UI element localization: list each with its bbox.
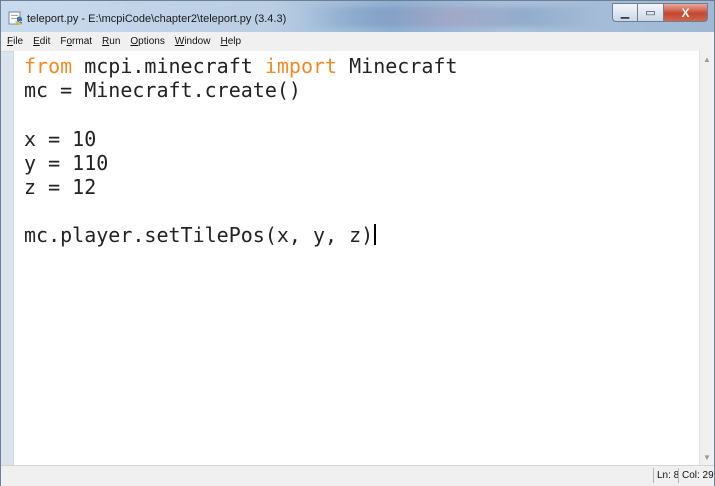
code-line-4: x = 10 — [24, 126, 97, 151]
vertical-scrollbar[interactable]: ▲ ▼ — [699, 51, 714, 465]
status-column-number: Col: 29 — [678, 468, 715, 483]
title-bar-glass-blur — [301, 7, 601, 27]
code-line-5: y = 110 — [24, 150, 109, 175]
window-controls: ▁ ▭ X — [612, 3, 708, 23]
window-title: teleport.py - E:\mcpiCode\chapter2\telep… — [27, 13, 287, 25]
python-idle-icon[interactable] — [8, 10, 24, 26]
menu-run[interactable]: Run — [97, 36, 125, 47]
text-cursor — [374, 224, 377, 246]
close-button[interactable]: X — [664, 3, 708, 22]
maximize-icon: ▭ — [645, 7, 656, 19]
title-bar[interactable]: teleport.py - E:\mcpiCode\chapter2\telep… — [1, 1, 714, 32]
code-editor[interactable]: from mcpi.minecraft import Minecraft mc =… — [13, 51, 700, 465]
code-line-6: z = 12 — [24, 175, 97, 200]
code-line-1: from mcpi.minecraft import Minecraft — [24, 54, 458, 78]
close-icon: X — [681, 5, 690, 20]
menu-format[interactable]: Format — [55, 36, 97, 47]
maximize-button[interactable]: ▭ — [638, 3, 664, 22]
code-text[interactable]: from mcpi.minecraft import Minecraft mc =… — [24, 54, 458, 248]
menu-options[interactable]: Options — [125, 36, 169, 47]
menu-bar: File Edit Format Run Options Window Help — [1, 32, 714, 52]
scroll-up-arrow-icon[interactable]: ▲ — [700, 52, 714, 66]
keyword-from: from — [24, 54, 73, 78]
idle-editor-window: teleport.py - E:\mcpiCode\chapter2\telep… — [0, 0, 715, 486]
code-line-8: mc.player.setTilePos(x, y, z) — [24, 223, 458, 247]
code-line-2: mc = Minecraft.create() — [24, 78, 301, 103]
menu-window[interactable]: Window — [170, 36, 216, 47]
minimize-button[interactable]: ▁ — [612, 3, 638, 22]
menu-help[interactable]: Help — [215, 36, 246, 47]
menu-file[interactable]: File — [1, 36, 28, 47]
scroll-down-arrow-icon[interactable]: ▼ — [700, 450, 714, 464]
keyword-import: import — [264, 54, 338, 78]
menu-edit[interactable]: Edit — [28, 36, 55, 47]
minimize-icon: ▁ — [620, 7, 630, 19]
status-bar: Ln: 8 Col: 29 — [1, 465, 714, 486]
